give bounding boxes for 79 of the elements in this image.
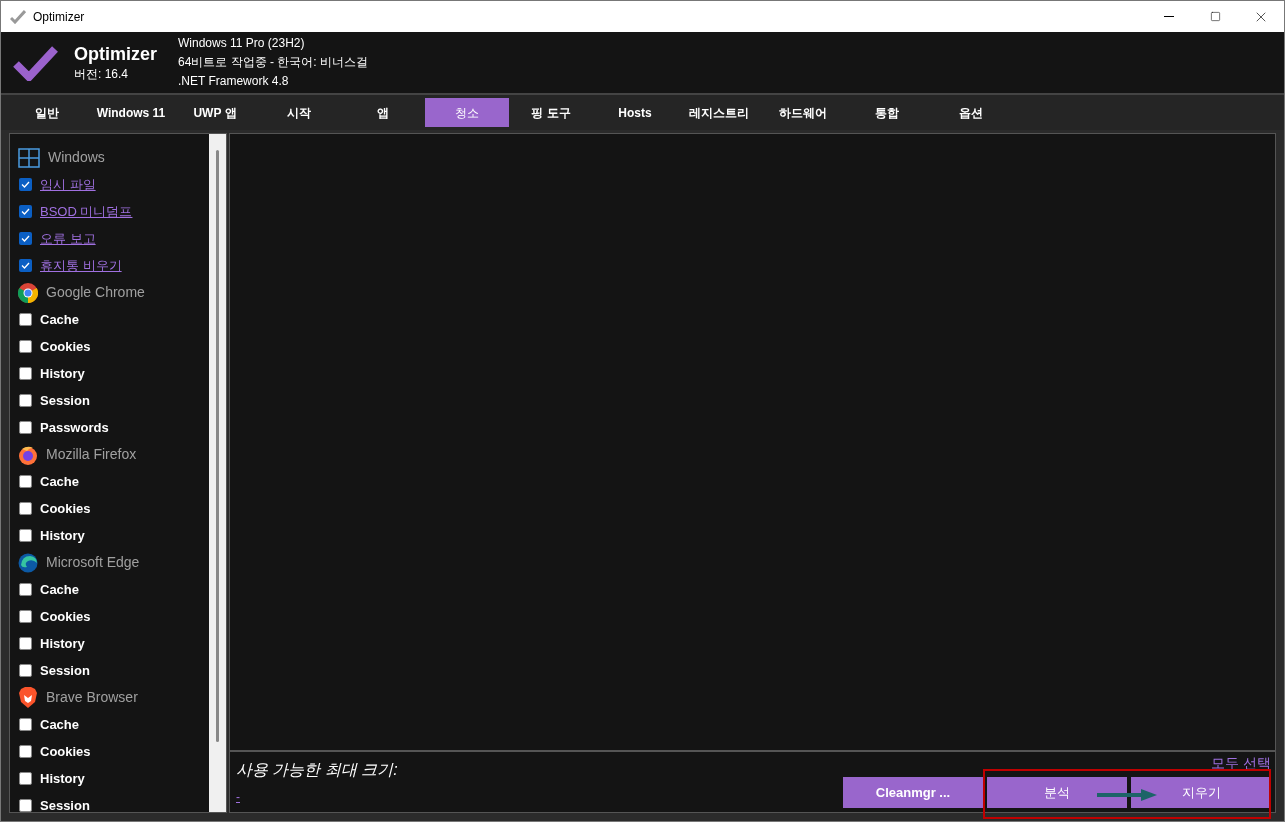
checkbox[interactable]	[19, 367, 32, 380]
option-label[interactable]: 휴지통 비우기	[40, 255, 122, 276]
tab[interactable]: 통합	[845, 98, 929, 127]
checkbox[interactable]	[19, 232, 32, 245]
brave-logo-icon	[18, 686, 38, 709]
group-heading: Google Chrome	[46, 283, 145, 302]
action-button[interactable]: 분석	[987, 777, 1127, 808]
group-heading: Brave Browser	[46, 688, 138, 707]
tab[interactable]: 핑 도구	[509, 98, 593, 127]
checkbox[interactable]	[19, 205, 32, 218]
action-button[interactable]: Cleanmgr ...	[843, 777, 983, 808]
option-label[interactable]: Cookies	[40, 336, 91, 357]
checkbox[interactable]	[19, 178, 32, 191]
group-heading: Windows	[48, 148, 105, 167]
tab[interactable]: 일반	[5, 98, 89, 127]
option-label[interactable]: Session	[40, 390, 90, 411]
checkbox[interactable]	[19, 529, 32, 542]
checkbox[interactable]	[19, 637, 32, 650]
option-label[interactable]: Cookies	[40, 606, 91, 627]
option-label[interactable]: History	[40, 525, 85, 546]
checkbox[interactable]	[19, 394, 32, 407]
tab[interactable]: Hosts	[593, 98, 677, 127]
arrow-annotation	[1097, 789, 1157, 801]
tab[interactable]: 앱	[341, 98, 425, 127]
checkbox[interactable]	[19, 664, 32, 677]
tab[interactable]: 시작	[257, 98, 341, 127]
option-label[interactable]: Cache	[40, 309, 80, 330]
window-title: Optimizer	[33, 8, 85, 26]
app-name: Optimizer	[74, 42, 158, 65]
checkbox[interactable]	[19, 745, 32, 758]
maximize-icon	[1209, 11, 1221, 22]
checkbox[interactable]	[19, 583, 32, 596]
option-label[interactable]: Session	[40, 795, 90, 812]
option-label[interactable]: Passwords	[40, 417, 109, 438]
minimize-icon	[1164, 16, 1174, 17]
system-info-text: 64비트로 작업중 - 한국어: 비너스걸	[178, 54, 368, 71]
max-size-label: 사용 가능한 최대 크기:	[236, 760, 398, 780]
tab[interactable]: 옵션	[929, 98, 1013, 127]
checkbox[interactable]	[19, 799, 32, 812]
windows-logo-icon	[18, 147, 40, 168]
tab[interactable]: 청소	[425, 98, 509, 127]
checkmark-logo-icon	[13, 44, 58, 81]
checkbox[interactable]	[19, 259, 32, 272]
checkbox[interactable]	[19, 313, 32, 326]
option-label[interactable]: BSOD 미니덤프	[40, 201, 133, 222]
option-label[interactable]: Cache	[40, 579, 80, 600]
option-label[interactable]: Session	[40, 660, 90, 681]
checkbox[interactable]	[19, 502, 32, 515]
system-info-text: Windows 11 Pro (23H2)	[178, 35, 306, 52]
chrome-logo-icon	[18, 282, 38, 303]
checkbox[interactable]	[19, 718, 32, 731]
size-value-link[interactable]: -	[236, 788, 398, 806]
tab[interactable]: 하드웨어	[761, 98, 845, 127]
option-label[interactable]: History	[40, 768, 85, 789]
tab[interactable]: Windows 11	[89, 98, 173, 127]
option-label[interactable]: Cache	[40, 714, 80, 735]
scrollbar[interactable]	[209, 134, 226, 812]
checkbox[interactable]	[19, 475, 32, 488]
tab[interactable]: UWP 앱	[173, 98, 257, 127]
firefox-logo-icon	[18, 444, 38, 465]
option-label[interactable]: Cookies	[40, 498, 91, 519]
checkbox[interactable]	[19, 610, 32, 623]
option-label[interactable]: History	[40, 363, 85, 384]
checkbox[interactable]	[19, 340, 32, 353]
option-label[interactable]: Cookies	[40, 741, 91, 762]
option-label[interactable]: 오류 보고	[40, 228, 96, 249]
checkmark-icon	[10, 9, 26, 24]
checkbox[interactable]	[19, 772, 32, 785]
group-heading: Mozilla Firefox	[46, 445, 137, 464]
tab[interactable]: 레지스트리	[677, 98, 761, 127]
option-label[interactable]: History	[40, 633, 85, 654]
version-text: 버전: 16.4	[74, 65, 130, 83]
group-heading: Microsoft Edge	[46, 553, 140, 572]
system-info-text: .NET Framework 4.8	[178, 73, 290, 90]
checkbox[interactable]	[19, 421, 32, 434]
option-label[interactable]: 임시 파일	[40, 174, 96, 195]
option-label[interactable]: Cache	[40, 471, 80, 492]
edge-logo-icon	[18, 552, 38, 573]
action-button[interactable]: 지우기	[1131, 777, 1271, 808]
